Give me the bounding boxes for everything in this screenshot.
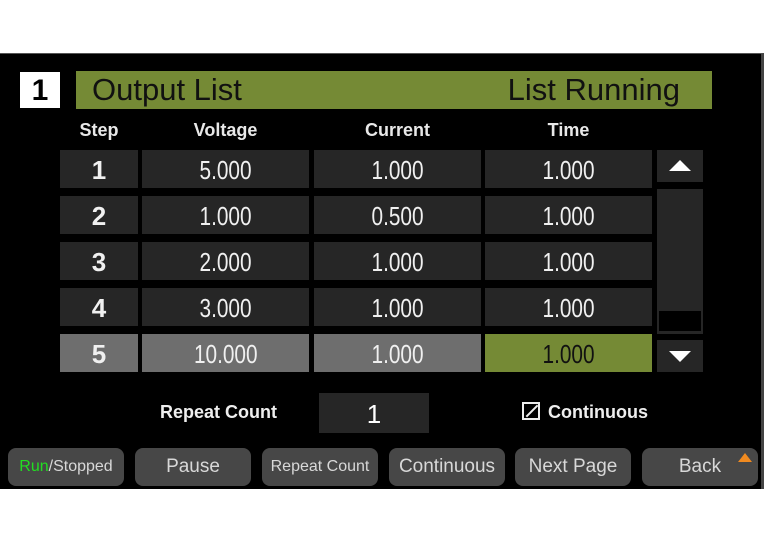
- voltage-cell[interactable]: 1.000: [142, 196, 309, 234]
- column-header-current: Current: [364, 120, 430, 140]
- time-cell[interactable]: 1.000: [485, 196, 652, 234]
- pause-softkey[interactable]: Pause: [135, 448, 251, 486]
- checkbox-checked-icon: [522, 402, 540, 420]
- continuous-checkbox[interactable]: Continuous: [522, 402, 648, 423]
- current-cell[interactable]: 1.000: [314, 242, 481, 280]
- triangle-down-icon: [669, 351, 691, 362]
- column-header-time: Time: [547, 120, 590, 140]
- run-state-label: Run: [19, 458, 49, 475]
- continuous-label: Continuous: [548, 402, 648, 422]
- continuous-softkey[interactable]: Continuous: [389, 448, 505, 486]
- time-cell-editing[interactable]: 1.000: [485, 334, 652, 372]
- column-header-voltage: Voltage: [193, 120, 258, 140]
- step-cell[interactable]: 2: [60, 196, 138, 234]
- title-bar: Output List List Running: [76, 71, 712, 109]
- step-cell[interactable]: 1: [60, 150, 138, 188]
- voltage-cell[interactable]: 10.000: [142, 334, 309, 372]
- step-cell[interactable]: 5: [60, 334, 138, 372]
- voltage-cell[interactable]: 3.000: [142, 288, 309, 326]
- step-cell[interactable]: 4: [60, 288, 138, 326]
- current-cell[interactable]: 1.000: [314, 288, 481, 326]
- back-label: Back: [678, 456, 722, 477]
- back-softkey[interactable]: Back: [642, 448, 758, 486]
- time-cell[interactable]: 1.000: [485, 288, 652, 326]
- channel-indicator: 1: [20, 72, 60, 108]
- voltage-cell[interactable]: 5.000: [142, 150, 309, 188]
- step-cell[interactable]: 3: [60, 242, 138, 280]
- stopped-label: /Stopped: [48, 458, 113, 475]
- run-stopped-softkey[interactable]: Run/Stopped: [8, 448, 124, 486]
- list-status: List Running: [507, 72, 680, 107]
- scrollbar-thumb[interactable]: [659, 311, 701, 331]
- repeat-count-softkey[interactable]: Repeat Count: [262, 448, 378, 486]
- repeat-count-label: Repeat Count: [160, 402, 277, 422]
- voltage-cell[interactable]: 2.000: [142, 242, 309, 280]
- current-cell[interactable]: 1.000: [314, 150, 481, 188]
- repeat-count-field[interactable]: 1: [319, 393, 429, 433]
- corner-triangle-icon: [738, 453, 752, 462]
- scroll-up-button[interactable]: [657, 150, 703, 182]
- time-cell[interactable]: 1.000: [485, 242, 652, 280]
- current-cell[interactable]: 1.000: [314, 334, 481, 372]
- instrument-screen: 1 Output List List Running Step Voltage …: [0, 53, 764, 489]
- scroll-down-button[interactable]: [657, 340, 703, 372]
- triangle-up-icon: [669, 160, 691, 171]
- column-header-step: Step: [79, 120, 119, 140]
- next-page-softkey[interactable]: Next Page: [515, 448, 631, 486]
- current-cell[interactable]: 0.500: [314, 196, 481, 234]
- page-title: Output List: [92, 72, 242, 107]
- time-cell[interactable]: 1.000: [485, 150, 652, 188]
